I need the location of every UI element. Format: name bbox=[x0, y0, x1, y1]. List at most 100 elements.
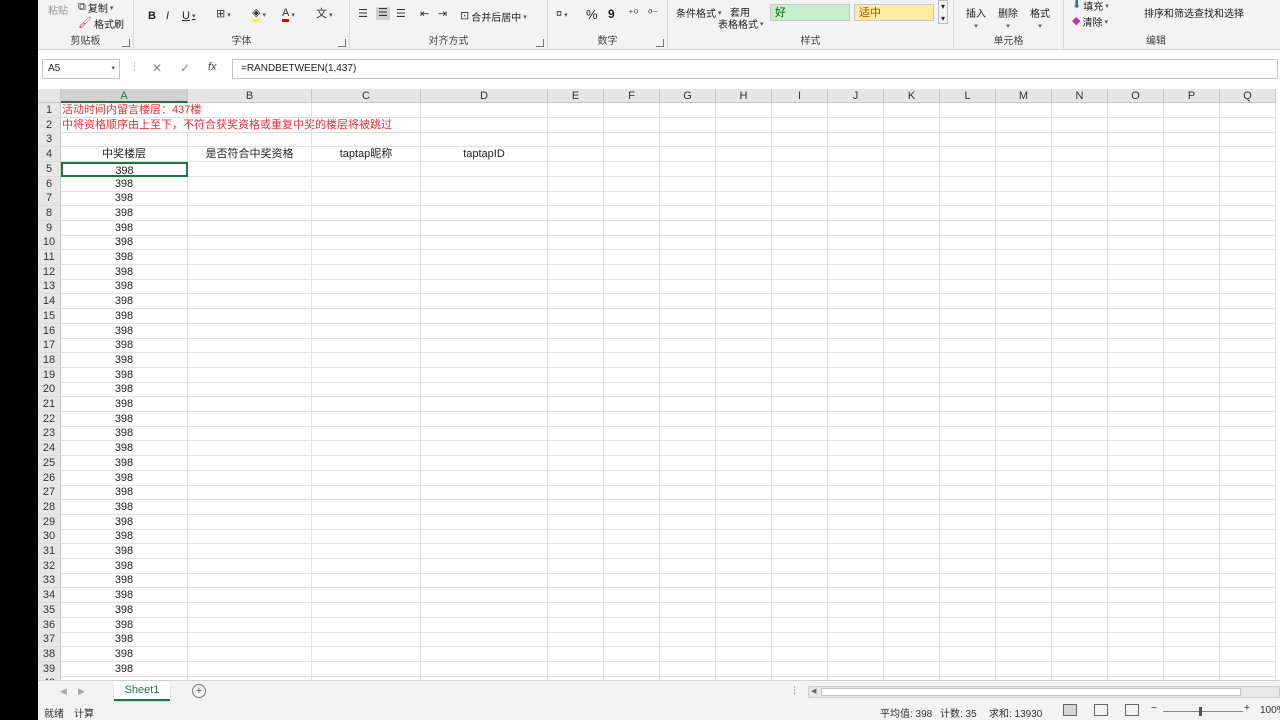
cell-j5[interactable] bbox=[828, 161, 884, 177]
cell-o1[interactable] bbox=[1108, 103, 1164, 118]
cell-f28[interactable] bbox=[604, 499, 660, 515]
cell-j19[interactable] bbox=[828, 367, 884, 383]
page-layout-view-button[interactable] bbox=[1094, 704, 1108, 716]
cell-o6[interactable] bbox=[1108, 176, 1164, 192]
cell-j16[interactable] bbox=[828, 323, 884, 339]
cell-f16[interactable] bbox=[604, 323, 660, 339]
cell-g9[interactable] bbox=[660, 220, 716, 236]
increase-decimal-button[interactable]: ⁺⁰ bbox=[628, 9, 638, 20]
cell-b1[interactable] bbox=[188, 103, 312, 118]
cell-n33[interactable] bbox=[1052, 573, 1108, 589]
row-header[interactable]: 35 bbox=[38, 602, 61, 618]
align-right-button[interactable]: ☰ bbox=[396, 9, 406, 20]
cell-j25[interactable] bbox=[828, 455, 884, 471]
row-header[interactable]: 36 bbox=[38, 617, 61, 633]
cell-m16[interactable] bbox=[996, 323, 1052, 339]
cell-f14[interactable] bbox=[604, 294, 660, 310]
cell-k27[interactable] bbox=[884, 485, 940, 501]
cell-g19[interactable] bbox=[660, 367, 716, 383]
cell-l7[interactable] bbox=[940, 191, 996, 207]
cell-a20[interactable]: 398 bbox=[61, 382, 188, 398]
cell-p33[interactable] bbox=[1164, 573, 1220, 589]
cell-m7[interactable] bbox=[996, 191, 1052, 207]
cell-f9[interactable] bbox=[604, 220, 660, 236]
cell-k32[interactable] bbox=[884, 558, 940, 574]
cell-p22[interactable] bbox=[1164, 411, 1220, 427]
cell-a11[interactable]: 398 bbox=[61, 250, 188, 265]
cell-k22[interactable] bbox=[884, 411, 940, 427]
cell-f36[interactable] bbox=[604, 617, 660, 633]
cell-i22[interactable] bbox=[772, 411, 828, 427]
cell-o34[interactable] bbox=[1108, 588, 1164, 604]
cell-d10[interactable] bbox=[421, 235, 548, 251]
cell-n16[interactable] bbox=[1052, 323, 1108, 339]
cell-n25[interactable] bbox=[1052, 455, 1108, 471]
cell-e17[interactable] bbox=[548, 338, 604, 354]
cell-m36[interactable] bbox=[996, 617, 1052, 633]
cell-o24[interactable] bbox=[1108, 441, 1164, 457]
cell-c20[interactable] bbox=[312, 382, 421, 398]
cell-k17[interactable] bbox=[884, 338, 940, 354]
cell-j12[interactable] bbox=[828, 264, 884, 280]
cell-d33[interactable] bbox=[421, 573, 548, 589]
cell-j37[interactable] bbox=[828, 632, 884, 648]
cell-q33[interactable] bbox=[1220, 573, 1276, 589]
cell-o7[interactable] bbox=[1108, 191, 1164, 207]
cell-b33[interactable] bbox=[188, 573, 312, 589]
cell-d16[interactable] bbox=[421, 323, 548, 339]
cell-a18[interactable]: 398 bbox=[61, 352, 188, 368]
cell-b20[interactable] bbox=[188, 382, 312, 398]
cell-d28[interactable] bbox=[421, 499, 548, 515]
cell-c25[interactable] bbox=[312, 455, 421, 471]
cell-a29[interactable]: 398 bbox=[61, 514, 188, 530]
cell-k24[interactable] bbox=[884, 441, 940, 457]
cell-j39[interactable] bbox=[828, 661, 884, 677]
cell-d24[interactable] bbox=[421, 441, 548, 457]
row-header[interactable]: 12 bbox=[38, 264, 61, 280]
cell-i1[interactable] bbox=[772, 103, 828, 118]
cell-n1[interactable] bbox=[1052, 103, 1108, 118]
fill-button[interactable]: ⬇ 填充 ▾ bbox=[1072, 0, 1109, 13]
cell-g34[interactable] bbox=[660, 588, 716, 604]
column-header-h[interactable]: H bbox=[716, 89, 772, 103]
cell-n39[interactable] bbox=[1052, 661, 1108, 677]
cell-j15[interactable] bbox=[828, 308, 884, 324]
cell-l12[interactable] bbox=[940, 264, 996, 280]
cell-a3[interactable] bbox=[61, 132, 188, 148]
cell-c28[interactable] bbox=[312, 499, 421, 515]
decrease-decimal-button[interactable]: ⁰⁻ bbox=[648, 9, 658, 20]
cell-e15[interactable] bbox=[548, 308, 604, 324]
cell-k10[interactable] bbox=[884, 235, 940, 251]
row-header[interactable]: 8 bbox=[38, 205, 61, 221]
cell-q23[interactable] bbox=[1220, 426, 1276, 442]
cell-l10[interactable] bbox=[940, 235, 996, 251]
cell-a2[interactable]: 中将资格顺序由上至下，不符合获奖资格或重复中奖的楼层将被跳过 bbox=[61, 117, 392, 133]
cell-e18[interactable] bbox=[548, 352, 604, 368]
cell-p5[interactable] bbox=[1164, 161, 1220, 177]
cell-l6[interactable] bbox=[940, 176, 996, 192]
cell-q30[interactable] bbox=[1220, 529, 1276, 545]
cell-o9[interactable] bbox=[1108, 220, 1164, 236]
row-header[interactable]: 37 bbox=[38, 632, 61, 648]
cell-e10[interactable] bbox=[548, 235, 604, 251]
sort-filter-button[interactable]: 排序和筛选 bbox=[1144, 5, 1194, 20]
cell-m21[interactable] bbox=[996, 397, 1052, 412]
cell-j28[interactable] bbox=[828, 499, 884, 515]
cell-p31[interactable] bbox=[1164, 544, 1220, 559]
cell-q11[interactable] bbox=[1220, 250, 1276, 265]
cell-d36[interactable] bbox=[421, 617, 548, 633]
cell-d17[interactable] bbox=[421, 338, 548, 354]
cell-g37[interactable] bbox=[660, 632, 716, 648]
cell-l30[interactable] bbox=[940, 529, 996, 545]
cell-d7[interactable] bbox=[421, 191, 548, 207]
name-box[interactable]: A5 ▾ bbox=[42, 59, 120, 79]
style-good[interactable]: 好 bbox=[770, 4, 850, 21]
cell-h4[interactable] bbox=[716, 147, 772, 163]
cell-a23[interactable]: 398 bbox=[61, 426, 188, 442]
cell-c39[interactable] bbox=[312, 661, 421, 677]
cell-l28[interactable] bbox=[940, 499, 996, 515]
cell-o23[interactable] bbox=[1108, 426, 1164, 442]
cell-q4[interactable] bbox=[1220, 147, 1276, 163]
cell-h23[interactable] bbox=[716, 426, 772, 442]
cell-p6[interactable] bbox=[1164, 176, 1220, 192]
